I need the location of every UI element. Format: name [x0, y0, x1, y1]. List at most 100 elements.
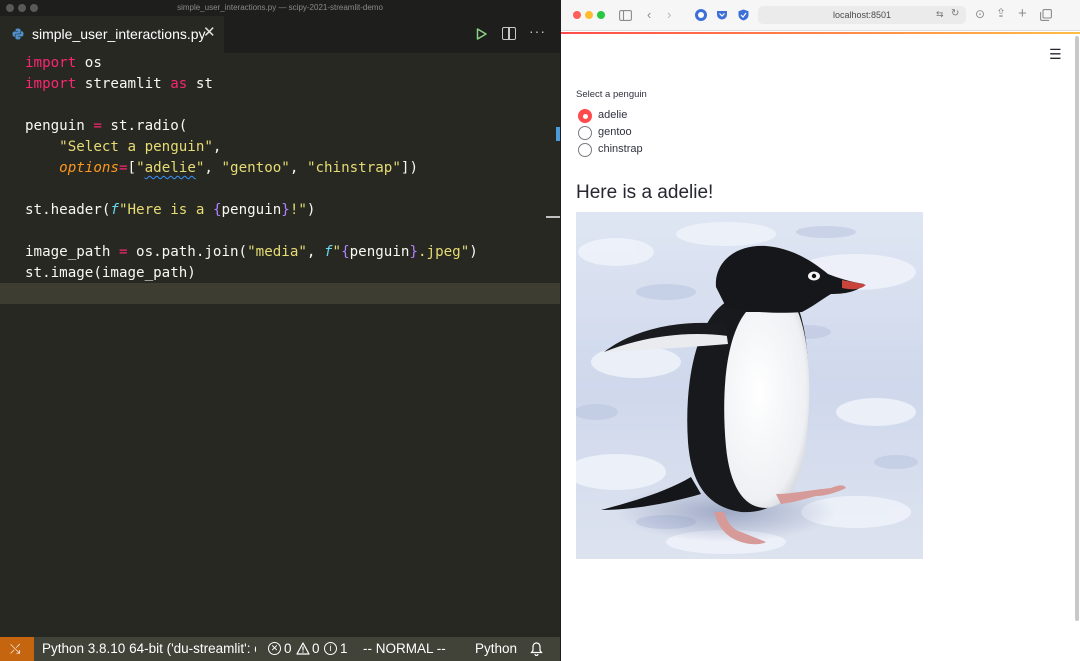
code-token: st — [187, 76, 213, 92]
vscode-titlebar: simple_user_interactions.py — scipy-2021… — [0, 0, 560, 16]
window-title: simple_user_interactions.py — scipy-2021… — [177, 3, 383, 12]
status-bar: ⤯ Python 3.8.10 64-bit ('du-streamlit': … — [0, 637, 560, 661]
code-editor[interactable]: import os import streamlit as st penguin =… — [0, 53, 560, 637]
info-icon[interactable]: i — [324, 642, 337, 655]
pocket-icon[interactable] — [716, 9, 728, 21]
close-icon[interactable]: ✕ — [203, 25, 216, 41]
browser-toolbar: ‹ › localhost:8501 ⇆ ↻ ⊙ ⇪ + — [561, 0, 1080, 31]
new-tab-icon[interactable]: + — [1018, 5, 1027, 22]
code-token: "chinstrap" — [306, 160, 401, 176]
code-token: ]) — [400, 160, 418, 176]
menu-icon[interactable]: ☰ — [1049, 46, 1062, 63]
vscode-window: simple_user_interactions.py — scipy-2021… — [0, 0, 560, 661]
radio-option-label: chinstrap — [598, 143, 643, 155]
bell-icon[interactable] — [530, 642, 543, 656]
code-token: ) — [306, 202, 316, 218]
sidebar-icon[interactable] — [619, 10, 632, 21]
code-token: , — [289, 160, 307, 176]
vim-mode: -- NORMAL -- — [363, 641, 446, 656]
page-header: Here is a adelie! — [576, 182, 714, 203]
code-line: st.image(image_path) — [25, 263, 196, 284]
radio-selected-icon[interactable] — [578, 109, 592, 123]
address-bar[interactable]: localhost:8501 ⇆ ↻ — [758, 6, 966, 24]
code-token: f — [324, 244, 333, 260]
code-token: os.path.join( — [127, 244, 248, 260]
code-token: } — [281, 202, 290, 218]
radio-unselected-icon[interactable] — [578, 143, 592, 157]
code-token: penguin — [25, 118, 94, 134]
code-token: } — [409, 244, 418, 260]
code-token: = — [118, 244, 128, 260]
download-icon[interactable]: ⊙ — [975, 7, 985, 21]
radio-option-label: adelie — [598, 109, 628, 121]
code-line: import streamlit as st — [25, 74, 213, 95]
warning-icon[interactable] — [296, 642, 310, 655]
code-token: image_path — [25, 244, 119, 260]
error-icon[interactable]: ✕ — [268, 642, 281, 655]
translate-icon[interactable]: ⇆ — [936, 9, 944, 20]
code-line: "Select a penguin", — [25, 137, 221, 158]
code-token: ) — [469, 244, 478, 260]
code-token: " — [332, 244, 342, 260]
radio-unselected-icon[interactable] — [578, 126, 592, 140]
run-icon[interactable] — [476, 28, 487, 40]
code-token: { — [341, 244, 350, 260]
code-token: adelie — [144, 160, 196, 176]
python-interpreter[interactable]: Python 3.8.10 64-bit ('du-streamlit': co… — [42, 641, 256, 656]
code-token: , — [306, 244, 324, 260]
code-token: penguin — [221, 202, 282, 218]
minimize-window-button[interactable] — [585, 11, 593, 19]
current-line-highlight — [0, 283, 560, 304]
split-editor-icon[interactable] — [502, 27, 516, 40]
code-token: st.header( — [25, 202, 111, 218]
code-token: streamlit — [76, 76, 171, 92]
reload-icon[interactable]: ↻ — [951, 8, 959, 19]
code-token: !" — [289, 202, 307, 218]
code-token: , — [204, 160, 222, 176]
page-scrollbar[interactable] — [1075, 36, 1079, 621]
close-window-button[interactable] — [573, 11, 581, 19]
python-icon — [12, 28, 24, 40]
remote-icon: ⤯ — [10, 641, 21, 656]
code-token: as — [170, 76, 188, 92]
warning-count[interactable]: 0 — [312, 641, 320, 656]
radio-option-label: gentoo — [598, 126, 632, 138]
streamlit-accent-bar — [561, 32, 1080, 34]
tab-filename: simple_user_interactions.py — [32, 26, 206, 42]
code-token: st.image(image_path) — [25, 265, 196, 281]
code-line: image_path = os.path.join("media", f"{pe… — [25, 242, 478, 263]
editor-tab[interactable]: simple_user_interactions.py ✕ — [0, 16, 224, 53]
code-token: options — [59, 160, 119, 176]
more-actions-icon[interactable]: ··· — [529, 23, 546, 39]
back-icon[interactable]: ‹ — [647, 7, 651, 22]
forward-icon[interactable]: › — [667, 7, 671, 22]
info-count[interactable]: 1 — [340, 641, 348, 656]
zoom-window-button[interactable] — [597, 11, 605, 19]
code-token: penguin — [349, 244, 410, 260]
address-text: localhost:8501 — [832, 10, 892, 20]
code-token: f — [110, 202, 119, 218]
code-line: penguin = st.radio( — [25, 116, 187, 137]
code-token: import — [25, 76, 77, 92]
code-token: , — [212, 139, 222, 155]
code-token: " — [136, 160, 145, 176]
code-line: import os — [25, 53, 102, 74]
tab-overview-icon[interactable] — [1040, 9, 1052, 21]
code-line: st.header(f"Here is a {penguin}!") — [25, 200, 315, 221]
share-icon[interactable]: ⇪ — [996, 6, 1006, 20]
language-mode[interactable]: Python — [475, 641, 517, 656]
code-token: "media" — [247, 244, 307, 260]
penguin-image — [576, 212, 923, 559]
code-token: os — [76, 55, 102, 71]
code-line: options=["adelie", "gentoo", "chinstrap"… — [25, 158, 418, 179]
scrollbar-cursor — [546, 216, 560, 218]
error-count[interactable]: 0 — [284, 641, 292, 656]
radio-group-label: Select a penguin — [576, 89, 647, 100]
code-token: [ — [127, 160, 137, 176]
shield-icon[interactable] — [738, 9, 749, 21]
remote-indicator[interactable]: ⤯ — [0, 637, 34, 661]
scrollbar-marker — [556, 127, 560, 141]
editor-tabbar: simple_user_interactions.py ✕ ··· — [0, 16, 560, 53]
